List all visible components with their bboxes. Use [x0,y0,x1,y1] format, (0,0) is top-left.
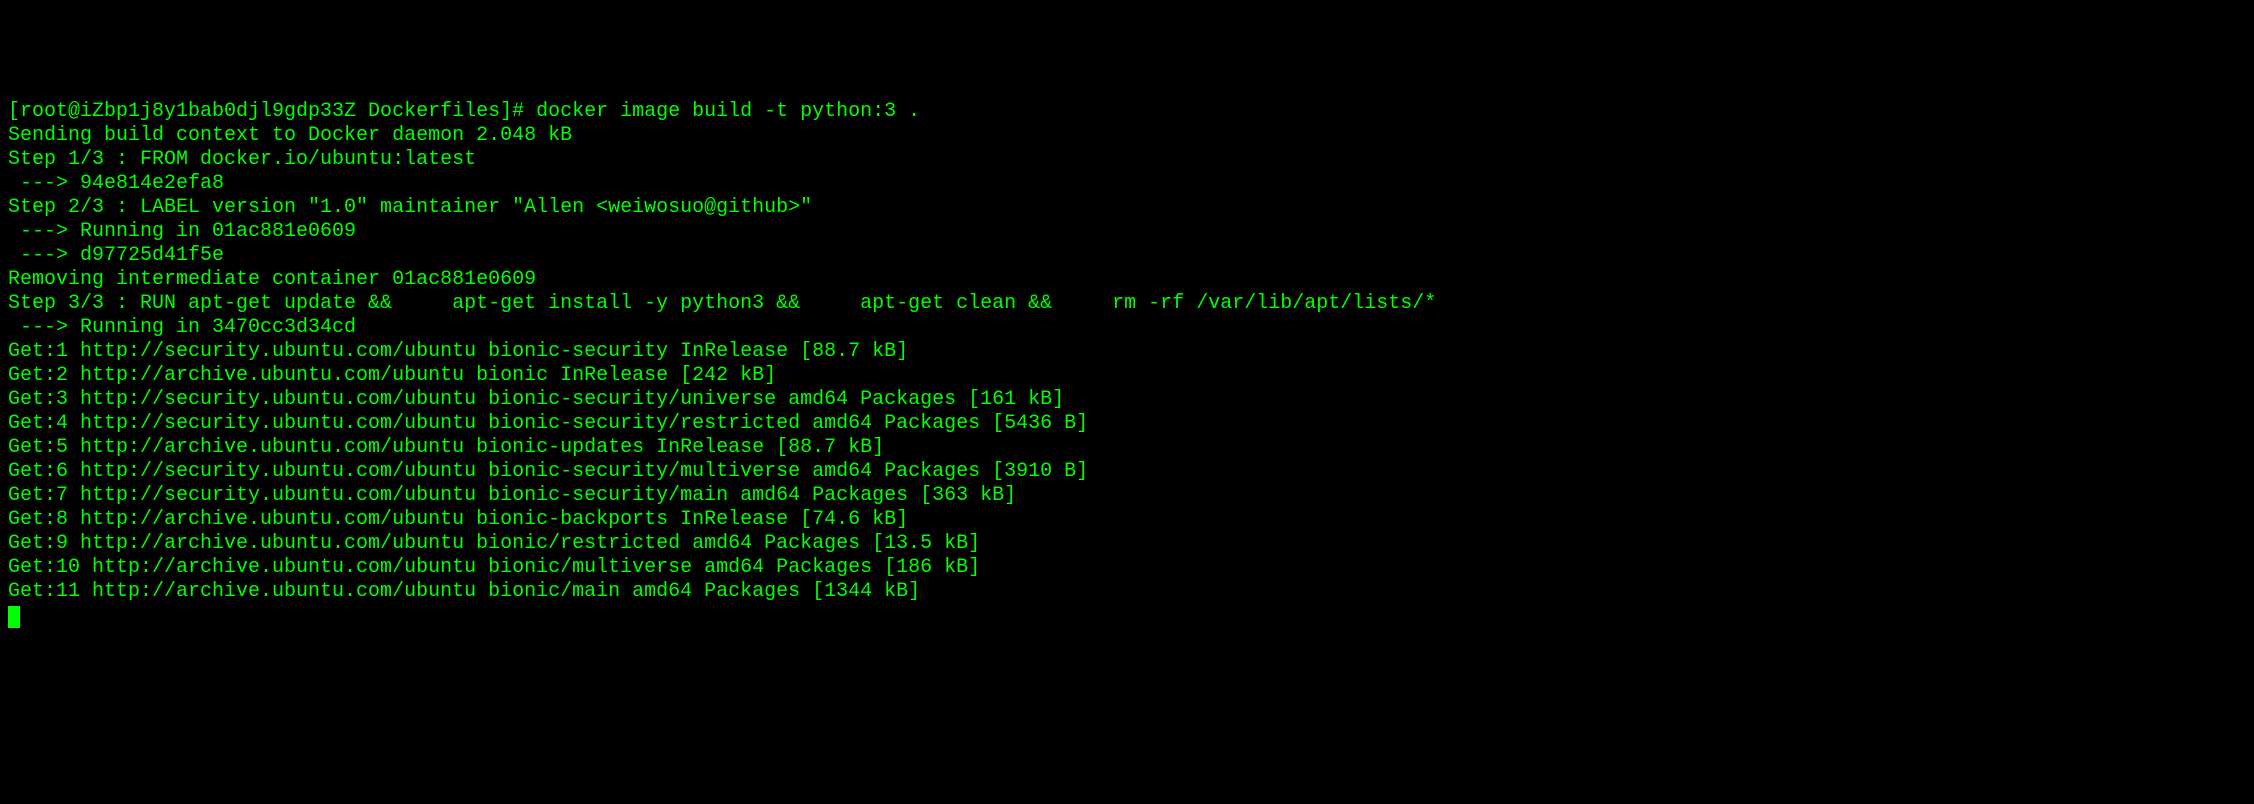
terminal-line: Get:7 http://security.ubuntu.com/ubuntu … [8,484,2246,508]
terminal-line: Get:8 http://archive.ubuntu.com/ubuntu b… [8,508,2246,532]
terminal-line: ---> d97725d41f5e [8,244,2246,268]
terminal-line: Step 1/3 : FROM docker.io/ubuntu:latest [8,148,2246,172]
terminal-line: [root@iZbp1j8y1bab0djl9gdp33Z Dockerfile… [8,100,2246,124]
terminal-line: Step 3/3 : RUN apt-get update && apt-get… [8,292,2246,316]
terminal-line: ---> 94e814e2efa8 [8,172,2246,196]
terminal-line: Sending build context to Docker daemon 2… [8,124,2246,148]
terminal-line: Get:3 http://security.ubuntu.com/ubuntu … [8,388,2246,412]
terminal-line: Get:5 http://archive.ubuntu.com/ubuntu b… [8,436,2246,460]
terminal-line: Get:1 http://security.ubuntu.com/ubuntu … [8,340,2246,364]
terminal-line: Get:2 http://archive.ubuntu.com/ubuntu b… [8,364,2246,388]
terminal-line: Step 2/3 : LABEL version "1.0" maintaine… [8,196,2246,220]
terminal-line: Get:11 http://archive.ubuntu.com/ubuntu … [8,580,2246,604]
terminal-line: ---> Running in 3470cc3d34cd [8,316,2246,340]
terminal-cursor-line [8,604,2246,628]
terminal-line: Get:4 http://security.ubuntu.com/ubuntu … [8,412,2246,436]
terminal-output[interactable]: [root@iZbp1j8y1bab0djl9gdp33Z Dockerfile… [8,100,2246,628]
terminal-line: Get:6 http://security.ubuntu.com/ubuntu … [8,460,2246,484]
terminal-line: ---> Running in 01ac881e0609 [8,220,2246,244]
terminal-line: Removing intermediate container 01ac881e… [8,268,2246,292]
cursor-icon [8,606,20,628]
terminal-line: Get:9 http://archive.ubuntu.com/ubuntu b… [8,532,2246,556]
terminal-line: Get:10 http://archive.ubuntu.com/ubuntu … [8,556,2246,580]
